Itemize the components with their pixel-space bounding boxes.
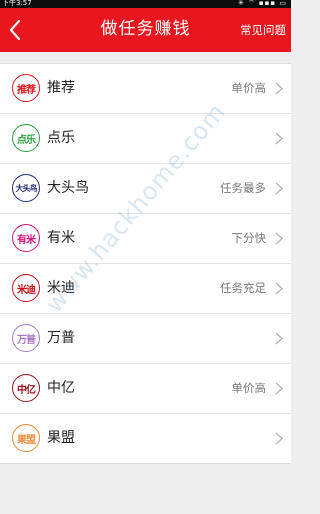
list-item[interactable]: 点乐 点乐 (0, 114, 291, 164)
faq-button[interactable]: 常见问题 (240, 8, 286, 52)
chevron-right-icon (275, 232, 283, 245)
chevron-right-icon (275, 182, 283, 195)
status-time: 下午3:57 (2, 0, 32, 7)
list-item-name: 米迪 (47, 280, 75, 296)
list-item[interactable]: 米迪 米迪 任务充足 (0, 264, 291, 314)
status-icons: ✳ ⌔ ▪▪▪ ▭ (238, 0, 287, 7)
header-bar: 做任务赚钱 常见问题 (0, 8, 291, 52)
list-item-name: 推荐 (47, 80, 75, 96)
platform-logo-badge: 中亿 (12, 374, 40, 402)
list-item-tag: 任务最多 (220, 181, 266, 195)
chevron-right-icon (275, 432, 283, 445)
platform-logo-badge: 大头鸟 (12, 174, 40, 202)
list-item-tag: 单价高 (231, 381, 267, 395)
list-item[interactable]: 中亿 中亿 单价高 (0, 364, 291, 414)
chevron-right-icon (275, 282, 283, 295)
list-item-tag: 任务充足 (220, 281, 266, 295)
list-item-tag: 下分快 (231, 231, 267, 245)
list-item-name: 点乐 (47, 130, 75, 146)
list-item[interactable]: 推荐 推荐 单价高 (0, 64, 291, 114)
platform-logo-badge: 推荐 (12, 74, 40, 102)
chevron-right-icon (275, 82, 283, 95)
platform-logo-badge: 点乐 (12, 124, 40, 152)
list-item[interactable]: 有米 有米 下分快 (0, 214, 291, 264)
list-item[interactable]: 万普 万普 (0, 314, 291, 364)
platform-logo-badge: 米迪 (12, 274, 40, 302)
list-item-name: 有米 (47, 230, 75, 246)
chevron-right-icon (275, 132, 283, 145)
list-item-name: 果盟 (47, 430, 75, 446)
list-item-name: 万普 (47, 330, 75, 346)
chevron-right-icon (275, 382, 283, 395)
platform-logo-badge: 果盟 (12, 424, 40, 452)
task-platform-list: 推荐 推荐 单价高 点乐 点乐 大头鸟 大头鸟 任务最多 有米 有米 下分快 米迪 米迪 任务充足 万普 万普… (0, 63, 291, 464)
list-item-name: 大头鸟 (47, 180, 89, 196)
list-item-name: 中亿 (47, 380, 75, 396)
chevron-right-icon (275, 332, 283, 345)
status-bar: 下午3:57 ✳ ⌔ ▪▪▪ ▭ (0, 0, 291, 8)
list-item[interactable]: 果盟 果盟 (0, 414, 291, 463)
platform-logo-badge: 万普 (12, 324, 40, 352)
list-item[interactable]: 大头鸟 大头鸟 任务最多 (0, 164, 291, 214)
list-item-tag: 单价高 (231, 81, 267, 95)
platform-logo-badge: 有米 (12, 224, 40, 252)
